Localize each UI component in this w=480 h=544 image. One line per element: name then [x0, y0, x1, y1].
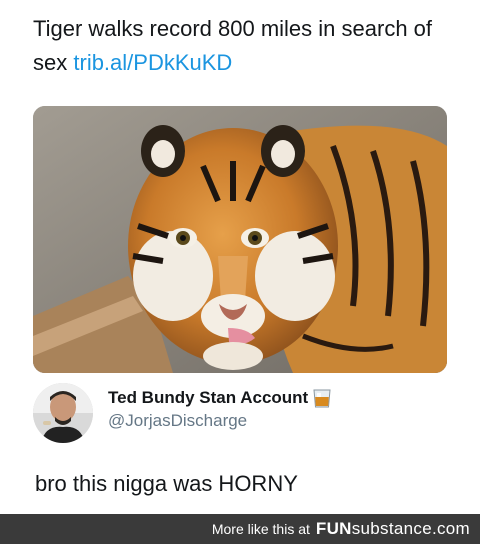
footer-more-label: More like this at — [211, 521, 310, 537]
reply-text: bro this nigga was HORNY — [35, 471, 298, 496]
tiger-photo[interactable] — [33, 106, 447, 373]
whiskey-glass-icon — [311, 387, 333, 409]
reply-header: Ted Bundy Stan Account @JorjasDischarge — [33, 383, 453, 443]
tweet-text: Tiger walks record 800 miles in search o… — [33, 12, 453, 80]
tweet-link[interactable]: trib.al/PDkKuKD — [73, 50, 232, 75]
display-name-text: Ted Bundy Stan Account — [108, 388, 309, 407]
funsubstance-logo[interactable]: FUNsubstance.com — [316, 519, 470, 539]
display-name[interactable]: Ted Bundy Stan Account — [108, 387, 333, 409]
brand-suffix: substance — [351, 519, 432, 538]
avatar[interactable] — [33, 383, 93, 443]
brand-prefix: FUN — [315, 519, 352, 538]
brand-tld: .com — [431, 519, 470, 538]
user-handle[interactable]: @JorjasDischarge — [108, 411, 247, 431]
footer-bar: More like this at FUNsubstance.com — [0, 514, 480, 544]
